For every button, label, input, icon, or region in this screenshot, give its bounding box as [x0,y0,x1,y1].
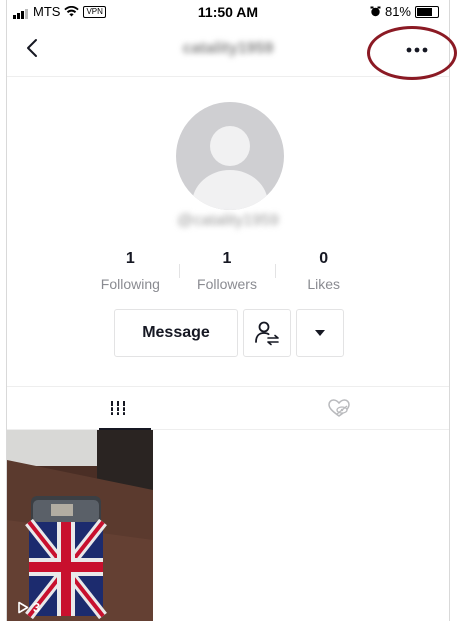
liked-hidden-icon [327,399,350,417]
message-button[interactable]: Message [114,309,238,357]
grid-icon [109,401,126,415]
avatar [176,102,284,210]
likes-label: Likes [307,276,341,292]
profile-actions: Message [114,309,344,357]
battery-fill [417,7,432,16]
tab-videos[interactable] [7,387,228,430]
profile-tabs [7,386,449,430]
likes-count: 0 [319,250,329,267]
followers-label: Followers [197,276,257,292]
video-thumbnail-image [7,430,153,621]
follow-status-button[interactable] [243,309,291,357]
username-title: catality1959 [182,40,274,57]
battery-icon [415,5,439,18]
stat-followers[interactable]: 1 Followers [178,250,276,296]
video-thumbnail[interactable]: 3 [7,430,153,621]
more-horizontal-icon [406,47,428,53]
stat-following[interactable]: 1 Following [82,250,179,296]
default-avatar-icon [192,126,268,210]
following-count: 1 [125,250,135,267]
status-bar: MTS VPN 11:50 AM 81% [7,0,449,22]
caret-down-icon [315,330,325,336]
play-icon [18,601,29,614]
play-count: 3 [17,600,40,615]
profile-header: catality1959 [7,22,449,77]
profile-stats: 1 Following 1 Followers 0 Likes [82,250,372,296]
user-switch-icon [255,321,279,346]
stat-likes[interactable]: 0 Likes [275,250,372,296]
more-button[interactable] [403,38,431,62]
tab-liked[interactable] [228,387,449,429]
alarm-icon [370,6,381,17]
play-count-value: 3 [33,600,41,615]
status-right: 81% [370,4,439,19]
followers-count: 1 [222,250,232,267]
following-label: Following [100,276,160,292]
battery-percent: 81% [384,4,411,19]
profile-handle: @catality1959 [177,212,279,229]
app-screen: MTS VPN 11:50 AM 81% catality1959 @catal… [6,0,450,621]
suggested-accounts-button[interactable] [296,309,344,357]
